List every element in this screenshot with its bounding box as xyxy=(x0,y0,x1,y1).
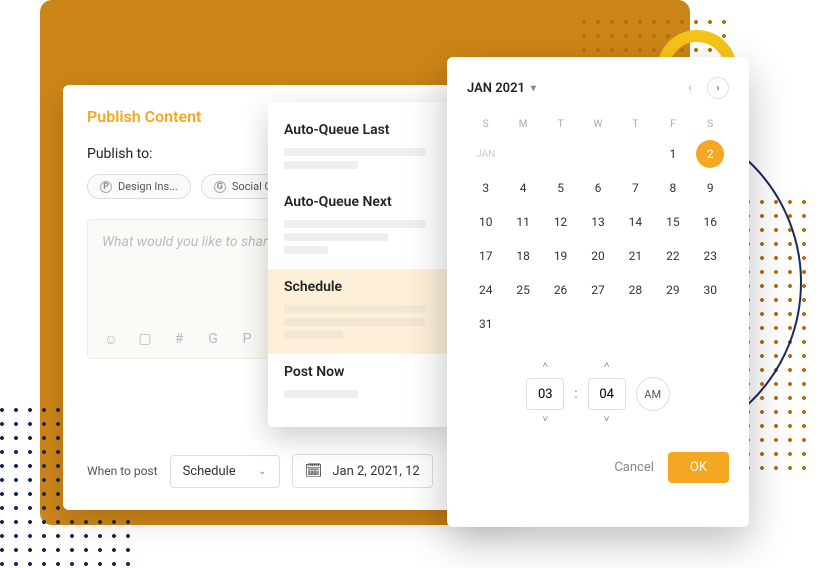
dropdown-item-auto-queue-last[interactable]: Auto-Queue Last xyxy=(268,112,448,142)
calendar-icon: 🗓 xyxy=(305,463,323,479)
calendar-month-select[interactable]: JAN 2021 ▾ xyxy=(467,81,536,96)
calendar-day[interactable]: 9 xyxy=(696,174,724,202)
dropdown-item-schedule[interactable]: Schedule xyxy=(268,269,448,299)
calendar-day[interactable]: 17 xyxy=(472,242,500,270)
chevron-down-icon: ⌄ xyxy=(258,466,266,477)
calendar-month-label: JAN 2021 xyxy=(467,81,525,96)
calendar-dow: W xyxy=(579,113,616,136)
time-colon: : xyxy=(574,386,577,402)
minute-up-button[interactable]: ˄ xyxy=(604,360,610,374)
calendar-dow: S xyxy=(692,113,729,136)
calendar-day[interactable]: 12 xyxy=(547,208,575,236)
dropdown-item-auto-queue-next[interactable]: Auto-Queue Next xyxy=(268,184,448,214)
calendar-next-button[interactable]: › xyxy=(707,77,729,99)
calendar-day[interactable]: 26 xyxy=(547,276,575,304)
when-select-value: Schedule xyxy=(183,464,236,479)
emoji-icon[interactable]: ☺ xyxy=(102,330,120,348)
calendar-day[interactable]: 6 xyxy=(584,174,612,202)
date-picker-input[interactable]: 🗓 Jan 2, 2021, 12 xyxy=(292,454,433,488)
calendar-day[interactable]: 1 xyxy=(659,140,687,168)
when-dropdown: Auto-Queue Last Auto-Queue Next Schedule… xyxy=(268,102,448,427)
calendar-day[interactable]: 2 xyxy=(696,140,724,168)
time-picker: ˄ 03 ˅ : ˄ 04 ˅ AM xyxy=(467,360,729,428)
calendar-day[interactable]: 18 xyxy=(509,242,537,270)
calendar-panel: JAN 2021 ▾ ‹ › SMTWTFSJAN123456789101112… xyxy=(447,57,749,527)
when-select[interactable]: Schedule ⌄ xyxy=(170,455,280,488)
when-label: When to post xyxy=(87,464,158,478)
hashtag-icon[interactable]: # xyxy=(170,330,188,348)
when-to-post-row: When to post Schedule ⌄ 🗓 Jan 2, 2021, 1… xyxy=(87,454,494,488)
calendar-day[interactable]: 21 xyxy=(621,242,649,270)
calendar-dow: S xyxy=(467,113,504,136)
hour-down-button[interactable]: ˅ xyxy=(542,414,548,428)
dropdown-item-post-now[interactable]: Post Now xyxy=(268,354,448,384)
channel-chip-pinterest[interactable]: P Design Ins... xyxy=(87,174,191,199)
image-icon[interactable]: ▢ xyxy=(136,330,154,348)
calendar-day[interactable]: 10 xyxy=(472,208,500,236)
calendar-month-prefix: JAN xyxy=(472,140,500,168)
calendar-day[interactable]: 13 xyxy=(584,208,612,236)
hour-up-button[interactable]: ˄ xyxy=(542,360,548,374)
calendar-day[interactable]: 4 xyxy=(509,174,537,202)
google-icon: G xyxy=(214,181,226,193)
calendar-day[interactable]: 29 xyxy=(659,276,687,304)
calendar-day[interactable]: 24 xyxy=(472,276,500,304)
google-tool-icon[interactable]: G xyxy=(204,330,222,348)
chip-label: Design Ins... xyxy=(118,180,178,193)
cancel-button[interactable]: Cancel xyxy=(614,460,654,475)
calendar-day[interactable]: 11 xyxy=(509,208,537,236)
calendar-day[interactable]: 22 xyxy=(659,242,687,270)
calendar-day[interactable]: 20 xyxy=(584,242,612,270)
caret-down-icon: ▾ xyxy=(531,83,536,94)
calendar-day[interactable]: 5 xyxy=(547,174,575,202)
calendar-dow: T xyxy=(617,113,654,136)
calendar-prev-button[interactable]: ‹ xyxy=(679,77,701,99)
calendar-day[interactable]: 8 xyxy=(659,174,687,202)
compose-toolbar: ☺ ▢ # G P ◔ xyxy=(102,330,290,348)
pinterest-tool-icon[interactable]: P xyxy=(238,330,256,348)
calendar-day[interactable]: 16 xyxy=(696,208,724,236)
pinterest-icon: P xyxy=(100,181,112,193)
calendar-day[interactable]: 14 xyxy=(621,208,649,236)
date-value: Jan 2, 2021, 12 xyxy=(332,464,419,479)
calendar-day[interactable]: 15 xyxy=(659,208,687,236)
calendar-dow: T xyxy=(542,113,579,136)
calendar-day[interactable]: 30 xyxy=(696,276,724,304)
calendar-day[interactable]: 3 xyxy=(472,174,500,202)
calendar-day[interactable]: 7 xyxy=(621,174,649,202)
calendar-day[interactable]: 25 xyxy=(509,276,537,304)
calendar-grid: SMTWTFSJAN123456789101112131415161718192… xyxy=(467,113,729,340)
hour-value[interactable]: 03 xyxy=(526,378,564,410)
calendar-day[interactable]: 31 xyxy=(472,310,500,338)
ok-button[interactable]: OK xyxy=(668,452,729,483)
calendar-day[interactable]: 23 xyxy=(696,242,724,270)
calendar-dow: F xyxy=(654,113,691,136)
calendar-day[interactable]: 27 xyxy=(584,276,612,304)
minute-down-button[interactable]: ˅ xyxy=(604,414,610,428)
calendar-dow: M xyxy=(504,113,541,136)
minute-spinner: ˄ 04 ˅ xyxy=(588,360,626,428)
minute-value[interactable]: 04 xyxy=(588,378,626,410)
calendar-day[interactable]: 19 xyxy=(547,242,575,270)
hour-spinner: ˄ 03 ˅ xyxy=(526,360,564,428)
ampm-toggle[interactable]: AM xyxy=(636,377,670,411)
calendar-day[interactable]: 28 xyxy=(621,276,649,304)
